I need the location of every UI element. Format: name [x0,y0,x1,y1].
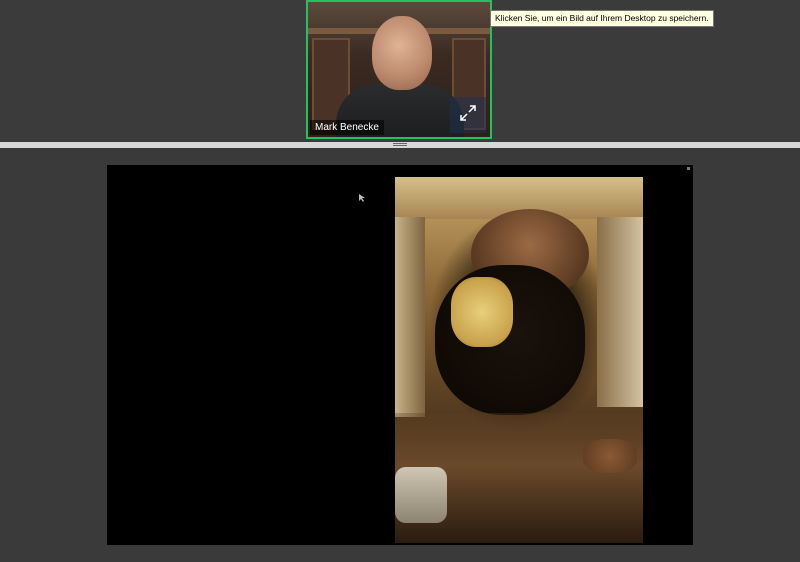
slide-corner-marker [687,167,690,170]
participant-name-label: Mark Benecke [310,120,384,135]
shared-slide [107,165,693,545]
shared-screen-area [0,148,800,562]
expand-arrows-icon [459,104,477,127]
video-strip: Mark Benecke Klicken Sie, um ein Bild au… [0,0,800,142]
save-image-tooltip: Klicken Sie, um ein Bild auf Ihrem Deskt… [490,10,714,27]
drag-handle-icon[interactable] [393,143,407,147]
slide-photo [395,177,643,543]
participant-video-tile[interactable]: Mark Benecke [306,0,492,139]
expand-video-button[interactable] [450,97,486,133]
participant-face [372,16,432,90]
mouse-cursor-icon [359,189,365,207]
